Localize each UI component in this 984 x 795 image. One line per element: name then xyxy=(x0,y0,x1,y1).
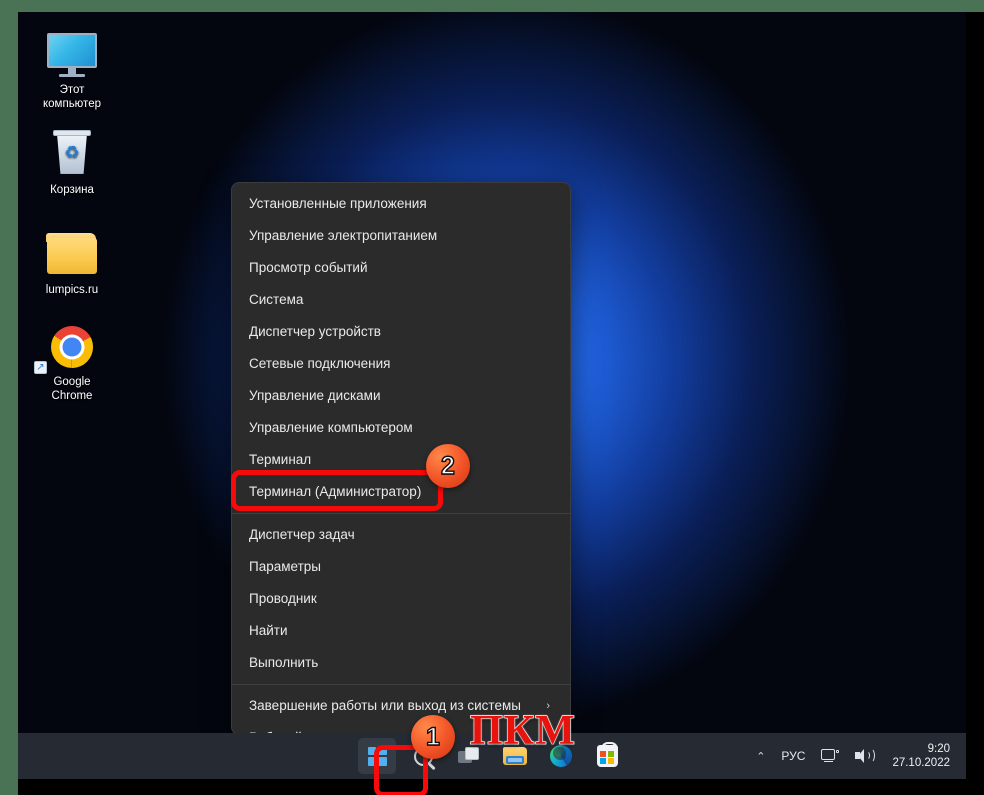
menu-item-label: Просмотр событий xyxy=(249,260,368,275)
windows-logo-icon xyxy=(367,746,387,766)
menu-item-label: Диспетчер задач xyxy=(249,527,355,542)
menu-item-label: Управление компьютером xyxy=(249,420,413,435)
desktop-icon-label: Этот xyxy=(59,84,85,96)
tray-overflow-button[interactable]: ⌃ xyxy=(748,738,773,774)
menu-item-label: Выполнить xyxy=(249,655,319,670)
desktop-icon-label: lumpics.ru xyxy=(45,284,99,296)
desktop-icon-label: Корзина xyxy=(50,184,94,196)
microsoft-store-icon xyxy=(596,742,618,767)
chrome-icon: ↗ xyxy=(26,322,118,374)
menu-item-label: Параметры xyxy=(249,559,321,574)
menu-item[interactable]: Проводник xyxy=(234,583,568,615)
shortcut-arrow-icon: ↗ xyxy=(34,361,47,374)
network-button[interactable] xyxy=(813,738,847,774)
menu-item[interactable]: Просмотр событий xyxy=(234,252,568,284)
menu-item-label: Система xyxy=(249,292,304,307)
pkm-annotation-label: ПКМ xyxy=(469,708,576,754)
desktop-icon-label: Chrome xyxy=(51,389,93,402)
menu-item[interactable]: Управление компьютером xyxy=(234,412,568,444)
menu-item[interactable]: Параметры xyxy=(234,551,568,583)
menu-item[interactable]: Управление дисками xyxy=(234,380,568,412)
system-tray: ⌃ РУС 9:20 27.10.2022 xyxy=(748,738,956,774)
menu-item[interactable]: Диспетчер устройств xyxy=(234,316,568,348)
menu-item[interactable]: Диспетчер задач xyxy=(234,519,568,551)
menu-item[interactable]: Управление электропитанием xyxy=(234,220,568,252)
store-button[interactable] xyxy=(588,738,626,774)
clock-date: 27.10.2022 xyxy=(892,757,950,769)
desktop-icon-label: Google xyxy=(53,376,91,388)
menu-item[interactable]: Установленные приложения xyxy=(234,188,568,220)
screen: Этот компьютер ♻ Корзина lumpics.ru ↗ Go… xyxy=(18,12,984,795)
desktop-icon-recycle-bin[interactable]: ♻ Корзина xyxy=(26,130,118,198)
desktop-icon-this-pc[interactable]: Этот компьютер xyxy=(26,30,118,111)
menu-item[interactable]: Выполнить xyxy=(234,647,568,679)
step-badge-2: 2 xyxy=(426,444,470,488)
menu-separator xyxy=(232,684,570,685)
language-indicator[interactable]: РУС xyxy=(773,738,813,774)
network-icon xyxy=(821,748,840,764)
menu-item-label: Терминал xyxy=(249,452,312,467)
volume-button[interactable] xyxy=(847,738,882,774)
menu-item-label: Управление электропитанием xyxy=(249,228,438,243)
desktop[interactable]: Этот компьютер ♻ Корзина lumpics.ru ↗ Go… xyxy=(18,12,966,733)
recycle-bin-icon: ♻ xyxy=(26,130,118,180)
menu-item[interactable]: Терминал (Администратор) xyxy=(234,476,568,508)
menu-item-label: Найти xyxy=(249,623,288,638)
screenshot-frame: Этот компьютер ♻ Корзина lumpics.ru ↗ Go… xyxy=(0,0,984,795)
start-button[interactable] xyxy=(358,738,396,774)
menu-item-label: Сетевые подключения xyxy=(249,356,391,371)
menu-item-label: Диспетчер устройств xyxy=(249,324,381,339)
desktop-icon-lumpics-folder[interactable]: lumpics.ru xyxy=(26,230,118,298)
desktop-icon-label: компьютер xyxy=(43,97,101,110)
menu-separator xyxy=(232,513,570,514)
menu-item-label: Проводник xyxy=(249,591,317,606)
monitor-icon xyxy=(26,30,118,80)
clock[interactable]: 9:20 27.10.2022 xyxy=(882,742,956,770)
clock-time: 9:20 xyxy=(927,743,950,755)
menu-item[interactable]: Терминал xyxy=(234,444,568,476)
menu-item-label: Установленные приложения xyxy=(249,196,427,211)
win-x-power-user-menu[interactable]: Установленные приложения Управление элект… xyxy=(231,182,571,733)
menu-item[interactable]: Найти xyxy=(234,615,568,647)
folder-icon xyxy=(26,230,118,280)
menu-item[interactable]: Система xyxy=(234,284,568,316)
menu-item[interactable]: Сетевые подключения xyxy=(234,348,568,380)
desktop-icon-google-chrome[interactable]: ↗ Google Chrome xyxy=(26,322,118,403)
step-badge-1: 1 xyxy=(411,715,455,759)
menu-item-label: Терминал (Администратор) xyxy=(249,484,422,499)
menu-item-label: Управление дисками xyxy=(249,388,381,403)
volume-icon xyxy=(855,748,876,764)
